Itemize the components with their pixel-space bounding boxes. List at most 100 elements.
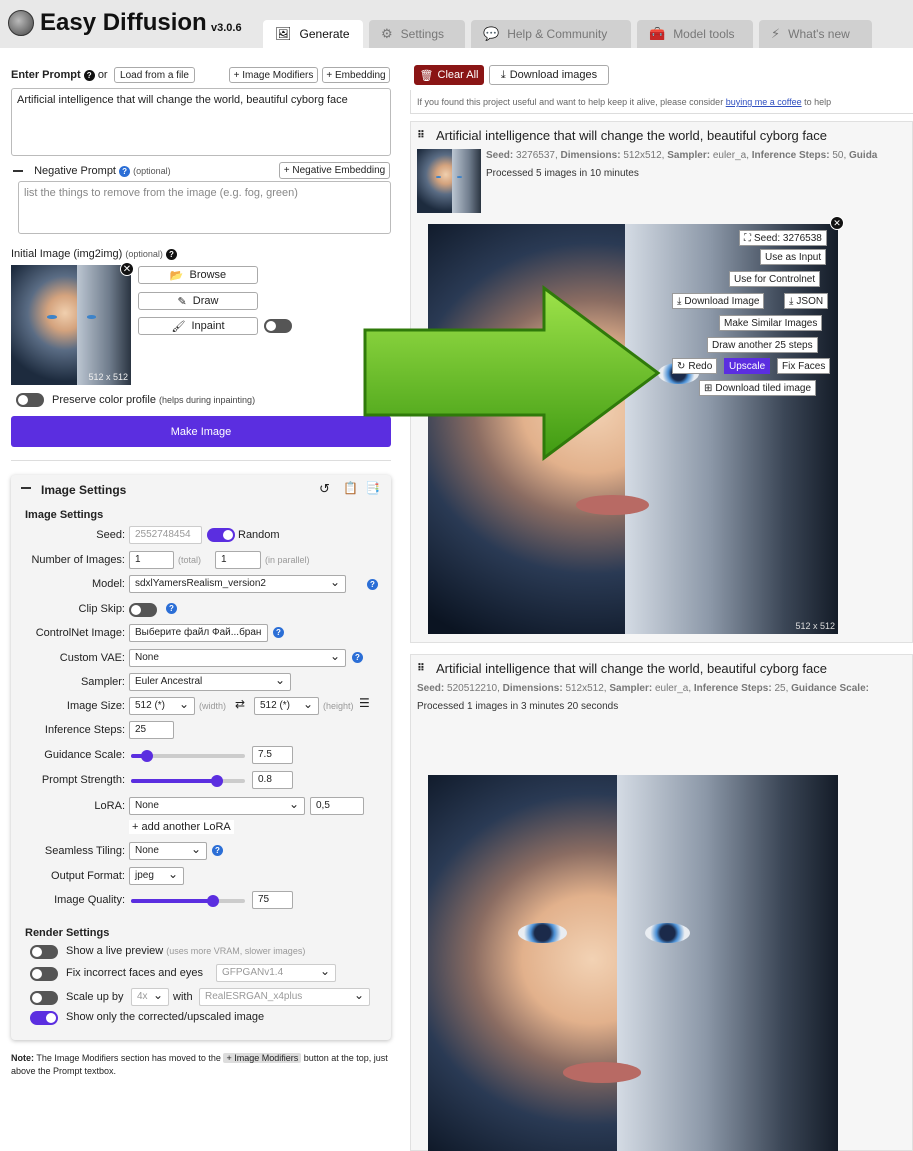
- coffee-link[interactable]: buying me a coffee: [726, 97, 802, 107]
- negative-prompt-input[interactable]: list the things to remove from the image…: [18, 181, 391, 234]
- pencil-icon: ✎: [177, 295, 187, 308]
- steps-input[interactable]: 25: [129, 721, 174, 739]
- help-icon[interactable]: ?: [212, 845, 223, 856]
- download-images-button[interactable]: ⤓ Download images: [489, 65, 609, 85]
- slider-knob[interactable]: [140, 750, 153, 762]
- app-version: v3.0.6: [211, 22, 242, 34]
- make-similar-button[interactable]: Make Similar Images: [719, 315, 823, 331]
- format-select[interactable]: jpeg: [129, 867, 184, 885]
- fullscreen-icon: ⛶: [744, 232, 751, 244]
- lora-weight-input[interactable]: 0,5: [310, 797, 364, 815]
- upscale-button[interactable]: Upscale: [724, 358, 771, 374]
- draw-more-steps-button[interactable]: Draw another 25 steps: [707, 337, 818, 353]
- num-images-total-input[interactable]: 1: [129, 551, 174, 569]
- width-select[interactable]: 512 (*): [129, 697, 195, 715]
- help-icon[interactable]: ?: [352, 652, 363, 663]
- download-json-button[interactable]: ⤓ JSON: [784, 293, 829, 309]
- embedding-button[interactable]: + Embedding: [322, 67, 390, 83]
- help-icon[interactable]: ?: [165, 248, 177, 260]
- generated-image[interactable]: [428, 775, 838, 1151]
- collapse-icon[interactable]: [21, 487, 31, 489]
- download-tiled-button[interactable]: ⊞ Download tiled image: [699, 380, 817, 396]
- download-icon: ⤓: [789, 295, 794, 307]
- sampler-label: Sampler:: [80, 676, 125, 688]
- num-images-label: Number of Images:: [31, 554, 125, 566]
- close-icon[interactable]: ✕: [830, 216, 844, 230]
- slider-knob[interactable]: [207, 895, 220, 907]
- redo-button[interactable]: ↻ Redo: [672, 358, 718, 374]
- lora-select[interactable]: None: [129, 797, 305, 815]
- drag-handle-icon[interactable]: ⠿: [417, 130, 425, 141]
- inpaint-button[interactable]: 🖌 Inpaint: [138, 317, 258, 335]
- clear-all-button[interactable]: 🗑 Clear All: [414, 65, 484, 85]
- download-image-button[interactable]: ⤓ Download Image: [672, 293, 765, 309]
- scale-select[interactable]: 4x: [131, 988, 169, 1006]
- strength-slider[interactable]: [131, 775, 245, 787]
- guidance-slider[interactable]: [131, 750, 245, 762]
- tab-model-tools[interactable]: 🧰 Model tools: [637, 20, 753, 48]
- use-as-input-button[interactable]: Use as Input: [760, 249, 827, 265]
- tab-generate[interactable]: 🖼 Generate: [263, 20, 363, 48]
- strength-input[interactable]: 0.8: [252, 771, 293, 789]
- fix-faces-toggle[interactable]: [30, 967, 58, 981]
- prompt-label: Enter Prompt: [11, 69, 81, 81]
- negative-embedding-button[interactable]: + Negative Embedding: [279, 162, 390, 179]
- height-select[interactable]: 512 (*): [254, 697, 319, 715]
- reset-icon[interactable]: ↺: [319, 481, 330, 497]
- preserve-color-toggle[interactable]: [16, 393, 44, 407]
- help-icon[interactable]: ?: [273, 627, 284, 638]
- clip-skip-toggle[interactable]: [129, 603, 157, 617]
- help-icon[interactable]: ?: [83, 69, 95, 81]
- close-icon[interactable]: ✕: [120, 262, 134, 276]
- inpaint-toggle[interactable]: [264, 319, 292, 333]
- add-lora-button[interactable]: + add another LoRA: [129, 820, 234, 834]
- help-icon[interactable]: ?: [119, 165, 131, 177]
- sliders-icon[interactable]: ☰: [359, 696, 370, 710]
- controlnet-file-input[interactable]: Выберите файл Фай...бран: [129, 624, 268, 642]
- scale-up-toggle[interactable]: [30, 991, 58, 1005]
- make-image-button[interactable]: Make Image: [11, 416, 391, 447]
- quality-input[interactable]: 75: [252, 891, 293, 909]
- tab-settings[interactable]: ⚙ Settings: [369, 20, 465, 48]
- vae-select[interactable]: None: [129, 649, 346, 667]
- face-model-select[interactable]: GFPGANv1.4: [216, 964, 336, 982]
- seed-overlay-button[interactable]: ⛶ Seed: 3276538: [739, 230, 827, 246]
- clipboard-icon[interactable]: 📋: [343, 481, 358, 495]
- paste-icon[interactable]: 📑: [365, 481, 380, 495]
- format-label: Output Format:: [51, 870, 125, 882]
- init-image-size: 512 x 512: [88, 372, 128, 382]
- random-seed-toggle[interactable]: [207, 528, 235, 542]
- image-modifiers-button[interactable]: + Image Modifiers: [229, 67, 318, 83]
- task-title: Artificial intelligence that will change…: [436, 128, 827, 143]
- download-tiled-label: Download tiled image: [715, 382, 812, 394]
- draw-button[interactable]: ✎ Draw: [138, 292, 258, 310]
- show-only-toggle[interactable]: [30, 1011, 58, 1025]
- num-images-parallel-input[interactable]: 1: [215, 551, 261, 569]
- random-label: Random: [238, 529, 280, 541]
- load-from-file-button[interactable]: Load from a file: [114, 67, 195, 83]
- quality-slider[interactable]: [131, 895, 245, 907]
- task-card: ⠿ Artificial intelligence that will chan…: [410, 654, 913, 1151]
- fix-faces-button[interactable]: Fix Faces: [777, 358, 831, 374]
- tab-label: Help & Community: [507, 27, 608, 41]
- slider-fill: [131, 899, 214, 903]
- seed-input[interactable]: 2552748454: [129, 526, 202, 544]
- live-preview-toggle[interactable]: [30, 945, 58, 959]
- sampler-select[interactable]: Euler Ancestral: [129, 673, 291, 691]
- drag-handle-icon[interactable]: ⠿: [417, 663, 425, 674]
- upscaler-select[interactable]: RealESRGAN_x4plus: [199, 988, 370, 1006]
- prompt-input[interactable]: Artificial intelligence that will change…: [11, 88, 391, 156]
- browse-button[interactable]: 📂 Browse: [138, 266, 258, 284]
- swap-icon[interactable]: ⇄: [235, 697, 245, 711]
- help-icon[interactable]: ?: [166, 603, 177, 614]
- guidance-input[interactable]: 7.5: [252, 746, 293, 764]
- task-thumbnail[interactable]: [417, 149, 481, 213]
- slider-knob[interactable]: [210, 775, 223, 787]
- tiling-select[interactable]: None: [129, 842, 207, 860]
- help-icon[interactable]: ?: [367, 579, 378, 590]
- model-select[interactable]: sdxlYamersRealism_version2: [129, 575, 346, 593]
- use-for-controlnet-button[interactable]: Use for Controlnet: [729, 271, 821, 287]
- tab-help-community[interactable]: 💬 Help & Community: [471, 20, 631, 48]
- negative-prompt-header[interactable]: Negative Prompt ? (optional): [13, 165, 171, 177]
- tab-whats-new[interactable]: ⚡ What's new: [759, 20, 872, 48]
